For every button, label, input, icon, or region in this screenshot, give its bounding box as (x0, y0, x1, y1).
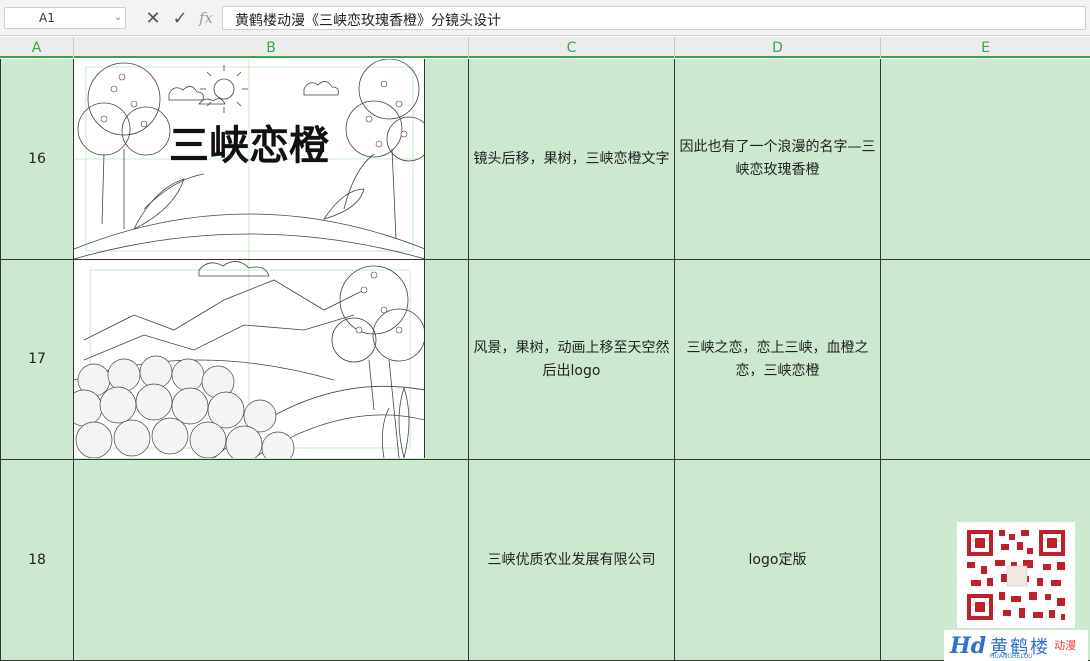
art-title: 三峡恋橙 (169, 123, 330, 169)
formula-input[interactable]: 黄鹤楼动漫《三峡恋玫瑰香橙》分镜头设计 (222, 6, 1086, 30)
cell-e16[interactable] (881, 59, 1090, 260)
qr-code-graphic (957, 522, 1075, 628)
column-header-a[interactable]: A (0, 37, 74, 58)
checkmark-icon[interactable]: ✓ (169, 7, 191, 29)
name-box[interactable]: A1 ⌄ (4, 7, 126, 29)
cell-c17[interactable]: 风景，果树，动画上移至天空然后出logo (469, 260, 675, 460)
row-number-18[interactable]: 18 (0, 460, 74, 661)
cell-d17[interactable]: 三峡之恋，恋上三峡，血橙之恋，三峡恋橙 (675, 260, 881, 460)
brand-mark: Hd (950, 632, 987, 659)
column-header-b[interactable]: B (74, 37, 469, 58)
cell-e17[interactable] (881, 260, 1090, 460)
sheet-grid: 16 三峡恋橙 镜头后移，果树，三峡恋橙文字 因此也有了一个浪漫的名字—三峡恋玫… (0, 59, 1090, 661)
chevron-down-icon[interactable]: ⌄ (114, 12, 122, 23)
column-header-e[interactable]: E (881, 37, 1090, 58)
row-number-16[interactable]: 16 (0, 59, 74, 260)
cancel-icon[interactable]: ✕ (142, 7, 164, 29)
column-header-row: A B C D E (0, 37, 1090, 58)
column-header-d[interactable]: D (675, 37, 881, 58)
column-header-c[interactable]: C (469, 37, 675, 58)
formula-text: 黄鹤楼动漫《三峡恋玫瑰香橙》分镜头设计 (235, 13, 501, 29)
function-icon[interactable]: fx (195, 7, 217, 29)
cell-c16[interactable]: 镜头后移，果树，三峡恋橙文字 (469, 59, 675, 260)
qr-code (957, 522, 1075, 628)
cell-d18[interactable]: logo定版 (675, 460, 881, 661)
landscape-illustration (74, 260, 424, 458)
name-box-value: A1 (39, 11, 55, 25)
brand-subtitle: HUANGHELOU (990, 653, 1033, 660)
row-number-17[interactable]: 17 (0, 260, 74, 460)
storyboard-image-17[interactable] (74, 260, 425, 458)
cell-c18[interactable]: 三峡优质农业发展有限公司 (469, 460, 675, 661)
storyboard-image-16[interactable]: 三峡恋橙 (74, 59, 425, 259)
cell-d16[interactable]: 因此也有了一个浪漫的名字—三峡恋玫瑰香橙 (675, 59, 881, 260)
brand-tag: 动漫 (1054, 638, 1077, 652)
cell-b18[interactable] (74, 460, 469, 661)
orchard-title-illustration: 三峡恋橙 (74, 59, 424, 259)
formula-bar: A1 ⌄ ✕ ✓ fx 黄鹤楼动漫《三峡恋玫瑰香橙》分镜头设计 (0, 0, 1090, 36)
